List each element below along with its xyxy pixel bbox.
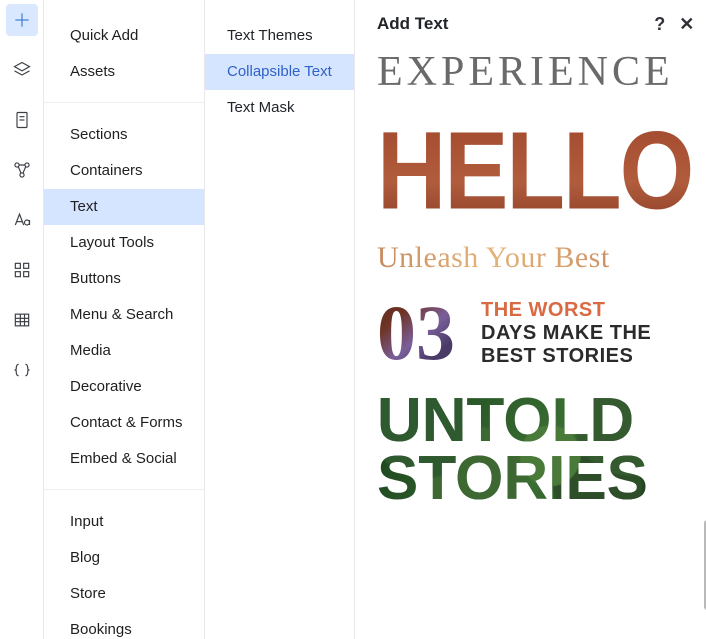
layers-icon[interactable] [6, 54, 38, 86]
text-preset-hello[interactable]: HELLO [377, 120, 692, 231]
category-item-sections[interactable]: Sections [44, 117, 204, 153]
preset-line: UNTOLD [377, 392, 692, 450]
close-icon[interactable]: ✕ [679, 15, 694, 33]
table-icon[interactable] [6, 304, 38, 336]
left-icon-rail [0, 0, 44, 639]
category-item-buttons[interactable]: Buttons [44, 261, 204, 297]
code-icon[interactable] [6, 354, 38, 386]
category-group: Quick Add Assets [44, 18, 204, 103]
text-preset-worst-days[interactable]: 03 THE WORST DAYS MAKE THE BEST STORIES [377, 299, 692, 368]
help-icon[interactable]: ? [654, 15, 665, 33]
category-item-decorative[interactable]: Decorative [44, 369, 204, 405]
preview-body[interactable]: EXPERIENCE HELLO Unleash Your Best 03 TH… [355, 46, 706, 639]
preview-panel: Add Text ? ✕ EXPERIENCE HELLO Unleash Yo… [355, 0, 706, 639]
preset-caption-line: DAYS MAKE THE [481, 322, 651, 345]
category-item-contact-forms[interactable]: Contact & Forms [44, 405, 204, 441]
preset-caption-line: THE WORST [481, 299, 651, 322]
page-icon[interactable] [6, 104, 38, 136]
nodes-icon[interactable] [6, 154, 38, 186]
category-group: Input Blog Store Bookings [44, 504, 204, 639]
preset-line: STORIES [377, 450, 692, 508]
category-item-embed-social[interactable]: Embed & Social [44, 441, 204, 477]
add-element-panel: Quick Add Assets Sections Containers Tex… [0, 0, 706, 639]
subcategory-item-collapsible-text[interactable]: Collapsible Text [205, 54, 354, 90]
category-item-bookings[interactable]: Bookings [44, 612, 204, 639]
add-icon[interactable] [6, 4, 38, 36]
category-list: Quick Add Assets Sections Containers Tex… [44, 0, 205, 639]
category-group: Sections Containers Text Layout Tools Bu… [44, 117, 204, 490]
category-item-input[interactable]: Input [44, 504, 204, 540]
preset-caption: THE WORST DAYS MAKE THE BEST STORIES [481, 299, 651, 368]
category-item-assets[interactable]: Assets [44, 54, 204, 90]
preset-number: 03 [377, 302, 455, 364]
subcategory-item-text-mask[interactable]: Text Mask [205, 90, 354, 126]
category-item-quick-add[interactable]: Quick Add [44, 18, 204, 54]
text-preset-unleash[interactable]: Unleash Your Best [377, 241, 692, 275]
category-item-containers[interactable]: Containers [44, 153, 204, 189]
panel-header: Add Text ? ✕ [355, 0, 706, 46]
category-item-text[interactable]: Text [44, 189, 204, 225]
subcategory-item-text-themes[interactable]: Text Themes [205, 18, 354, 54]
text-preset-experience[interactable]: EXPERIENCE [377, 48, 692, 96]
category-item-blog[interactable]: Blog [44, 540, 204, 576]
subcategory-list: Text Themes Collapsible Text Text Mask [205, 0, 355, 639]
panel-title: Add Text [377, 14, 448, 34]
panel-actions: ? ✕ [654, 15, 694, 33]
text-preset-untold-stories[interactable]: UNTOLD STORIES [377, 392, 692, 509]
preset-caption-line: BEST STORIES [481, 345, 651, 368]
category-item-menu-search[interactable]: Menu & Search [44, 297, 204, 333]
text-style-icon[interactable] [6, 204, 38, 236]
category-item-store[interactable]: Store [44, 576, 204, 612]
grid-icon[interactable] [6, 254, 38, 286]
category-item-media[interactable]: Media [44, 333, 204, 369]
category-item-layout-tools[interactable]: Layout Tools [44, 225, 204, 261]
